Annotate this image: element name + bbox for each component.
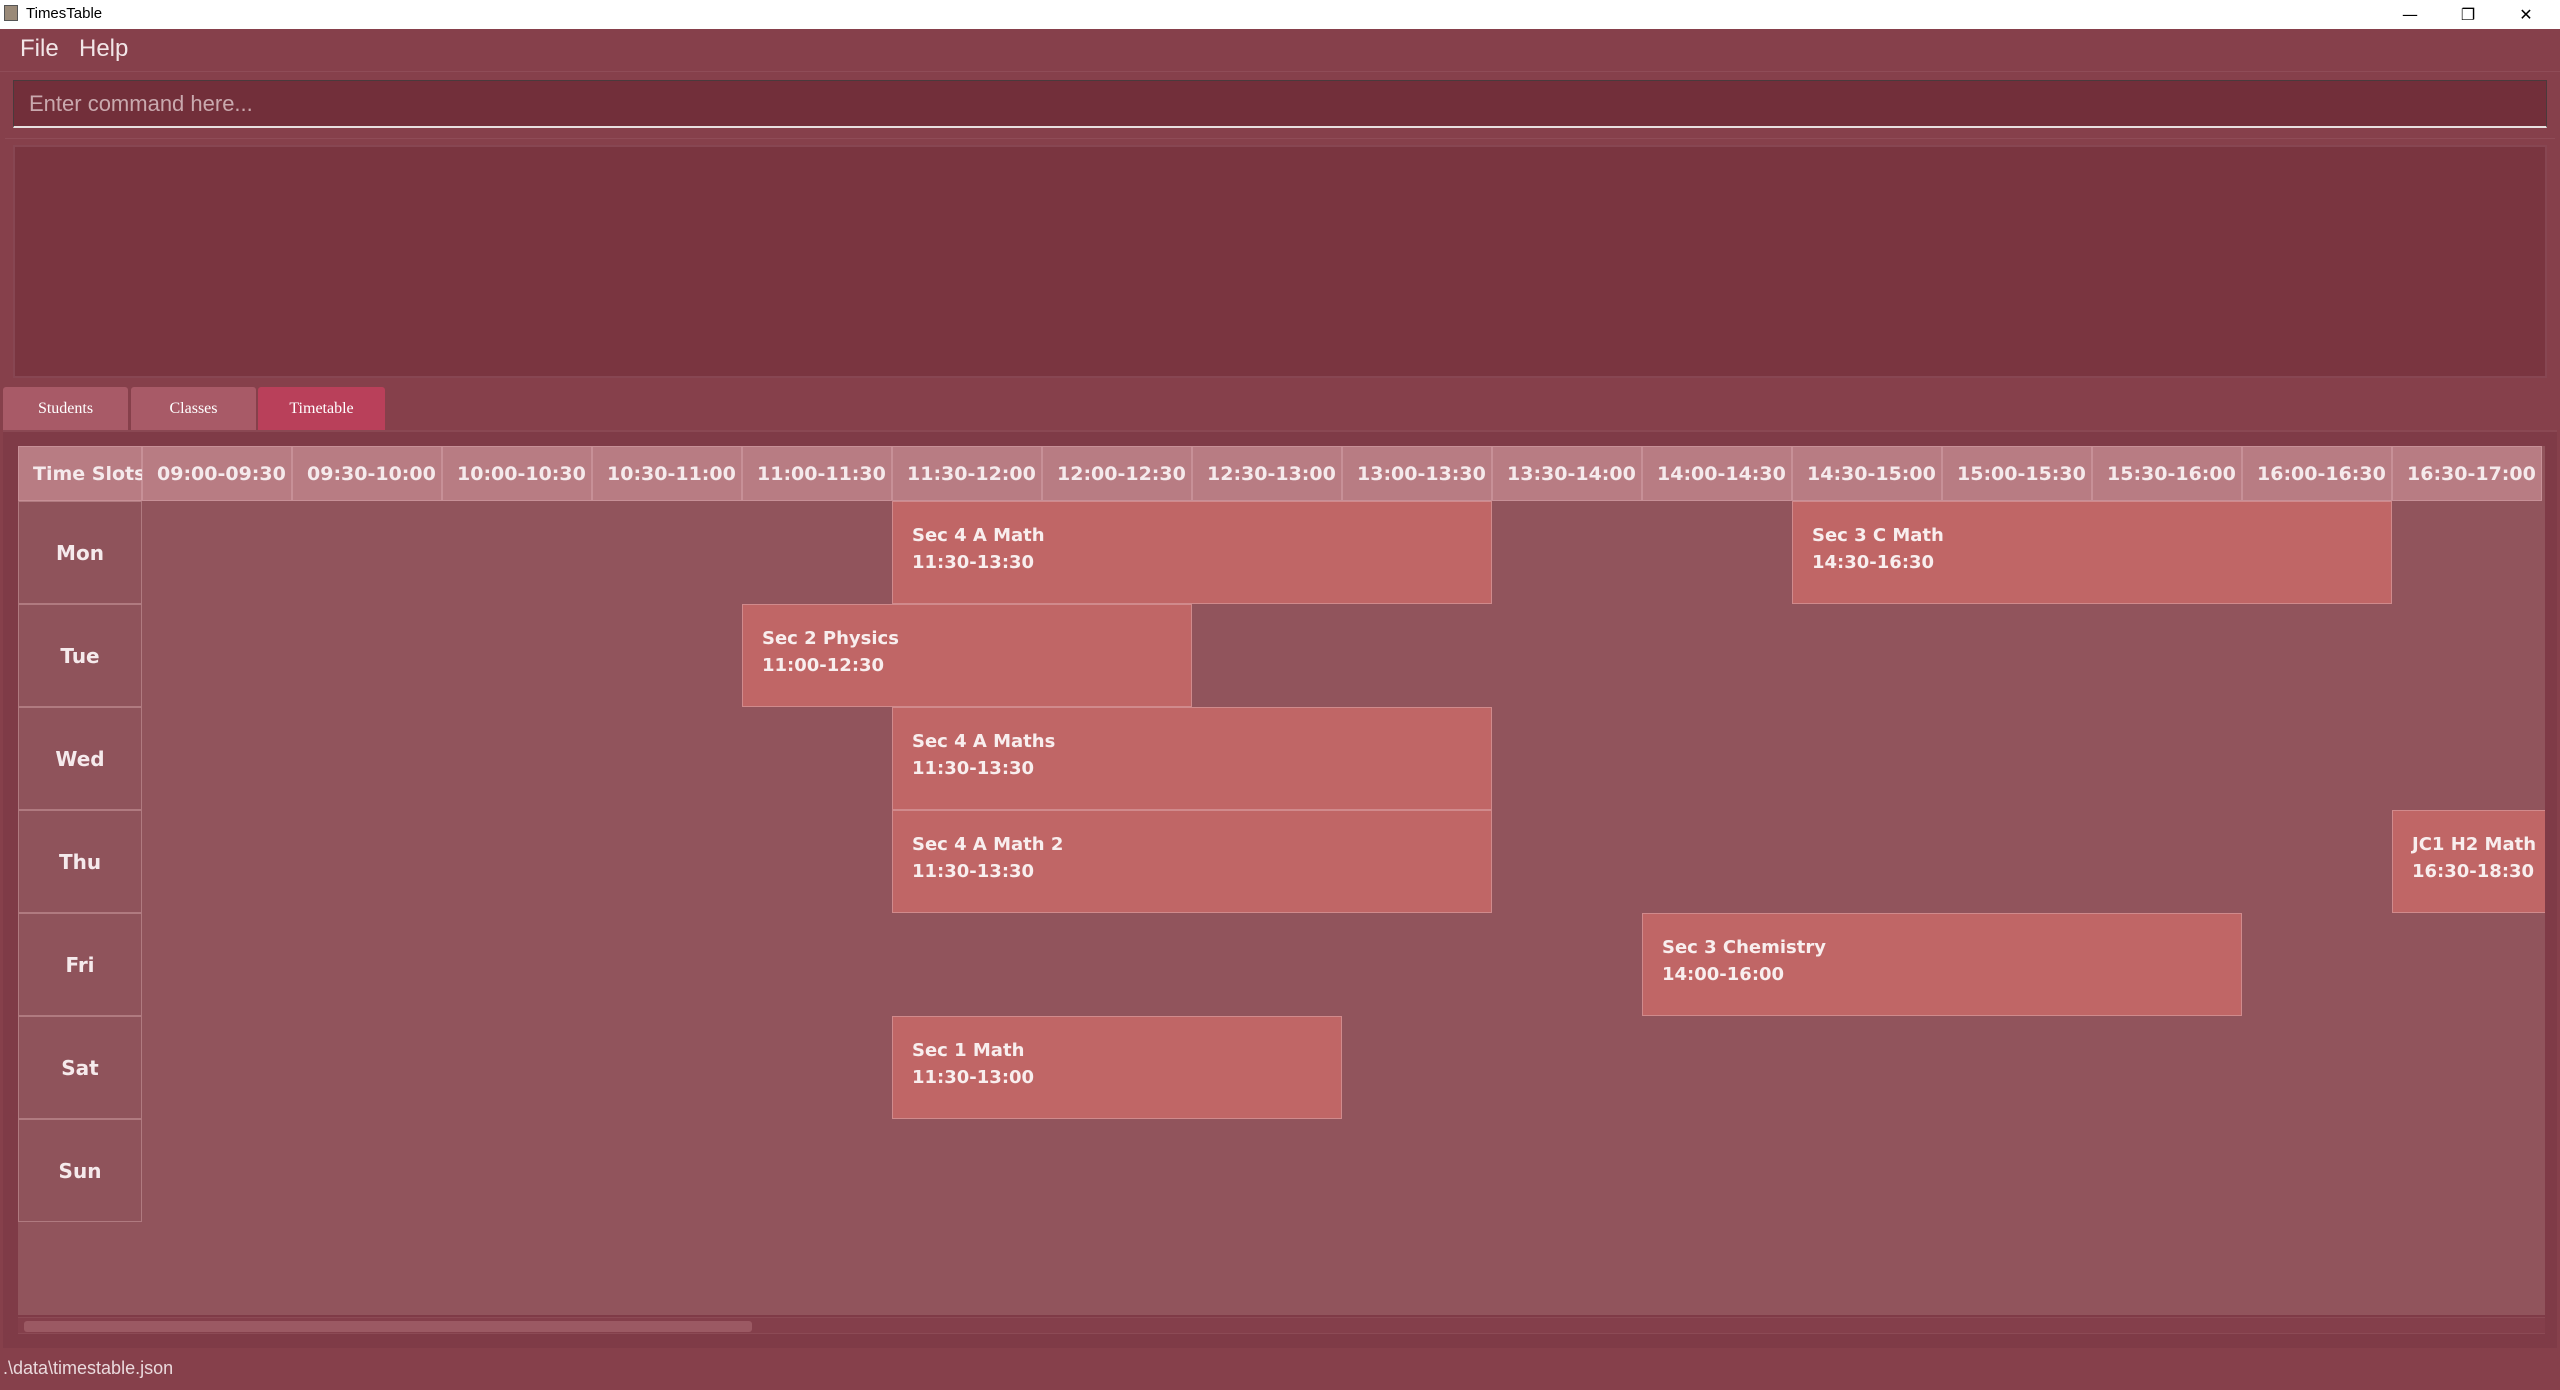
class-block[interactable]: Sec 4 A Maths 11:30-13:30 — [892, 707, 1492, 810]
day-label: Sun — [18, 1119, 142, 1222]
header-slot: 11:30-12:00 — [892, 446, 1042, 501]
class-block[interactable]: Sec 1 Math 11:30-13:00 — [892, 1016, 1342, 1119]
header-slot: 14:00-14:30 — [1642, 446, 1792, 501]
header-slot: 15:30-16:00 — [2092, 446, 2242, 501]
window-title: TimesTable — [26, 5, 103, 22]
header-slot: 10:30-11:00 — [592, 446, 742, 501]
class-block[interactable]: Sec 3 C Math 14:30-16:30 — [1792, 501, 2392, 604]
horizontal-scrollbar[interactable] — [18, 1317, 2545, 1334]
class-name: Sec 3 Chemistry — [1662, 937, 1826, 958]
class-block[interactable]: Sec 4 A Math 2 11:30-13:30 — [892, 810, 1492, 913]
day-label: Wed — [18, 707, 142, 810]
tab-students[interactable]: Students — [3, 387, 128, 430]
class-name: Sec 2 Physics — [762, 628, 899, 649]
tab-timetable[interactable]: Timetable — [258, 387, 385, 430]
menu-help[interactable]: Help — [79, 35, 128, 63]
header-slot: 13:00-13:30 — [1342, 446, 1492, 501]
header-slot: 09:30-10:00 — [292, 446, 442, 501]
class-time: 16:30-18:30 — [2412, 861, 2535, 882]
class-name: Sec 4 A Math — [912, 525, 1045, 546]
result-display — [13, 145, 2547, 378]
title-bar: TimesTable — ❐ ✕ — [0, 0, 2560, 29]
timetable-grid: Time Slots 09:00-09:30 09:30-10:00 10:00-1… — [18, 446, 2545, 1315]
class-name: Sec 3 C Math — [1812, 525, 1944, 546]
command-input[interactable]: Enter command here... — [13, 80, 2547, 128]
header-time-slots: Time Slots — [18, 446, 145, 501]
header-slot: 12:30-13:00 — [1192, 446, 1342, 501]
class-time: 11:30-13:30 — [912, 758, 1035, 779]
class-block[interactable]: JC1 H2 Math 16:30-18:30 — [2392, 810, 2545, 913]
header-slot: 10:00-10:30 — [442, 446, 592, 501]
header-slot: 11:00-11:30 — [742, 446, 892, 501]
day-label: Thu — [18, 810, 142, 913]
day-label: Sat — [18, 1016, 142, 1119]
header-slot: 13:30-14:00 — [1492, 446, 1642, 501]
header-slot: 16:30-17:00 — [2392, 446, 2542, 501]
menu-bar: File Help — [0, 29, 2560, 72]
day-label: Tue — [18, 604, 142, 707]
header-slot: 09:00-09:30 — [142, 446, 292, 501]
class-time: 11:30-13:00 — [912, 1067, 1035, 1088]
restore-icon[interactable]: ❐ — [2439, 0, 2497, 29]
class-name: Sec 4 A Maths — [912, 731, 1056, 752]
header-slot: 16:00-16:30 — [2242, 446, 2392, 501]
class-block[interactable]: Sec 4 A Math 11:30-13:30 — [892, 501, 1492, 604]
class-time: 11:30-13:30 — [912, 861, 1035, 882]
header-slot: 14:30-15:00 — [1792, 446, 1942, 501]
close-icon[interactable]: ✕ — [2497, 0, 2555, 29]
app-icon — [4, 5, 18, 21]
class-name: JC1 H2 Math — [2412, 834, 2537, 855]
class-time: 14:30-16:30 — [1812, 552, 1935, 573]
class-name: Sec 1 Math — [912, 1040, 1025, 1061]
status-file-path: .\data\timestable.json — [3, 1358, 174, 1378]
tab-classes[interactable]: Classes — [131, 387, 256, 430]
class-time: 14:00-16:00 — [1662, 964, 1785, 985]
header-slot: 15:00-15:30 — [1942, 446, 2092, 501]
menu-file[interactable]: File — [20, 35, 59, 63]
class-name: Sec 4 A Math 2 — [912, 834, 1064, 855]
class-block[interactable]: Sec 2 Physics 11:00-12:30 — [742, 604, 1192, 707]
scrollbar-thumb[interactable] — [24, 1321, 752, 1332]
class-block[interactable]: Sec 3 Chemistry 14:00-16:00 — [1642, 913, 2242, 1016]
minimize-icon[interactable]: — — [2381, 0, 2439, 29]
class-time: 11:30-13:30 — [912, 552, 1035, 573]
header-slot: 12:00-12:30 — [1042, 446, 1192, 501]
class-time: 11:00-12:30 — [762, 655, 885, 676]
day-label: Mon — [18, 501, 142, 604]
day-label: Fri — [18, 913, 142, 1016]
